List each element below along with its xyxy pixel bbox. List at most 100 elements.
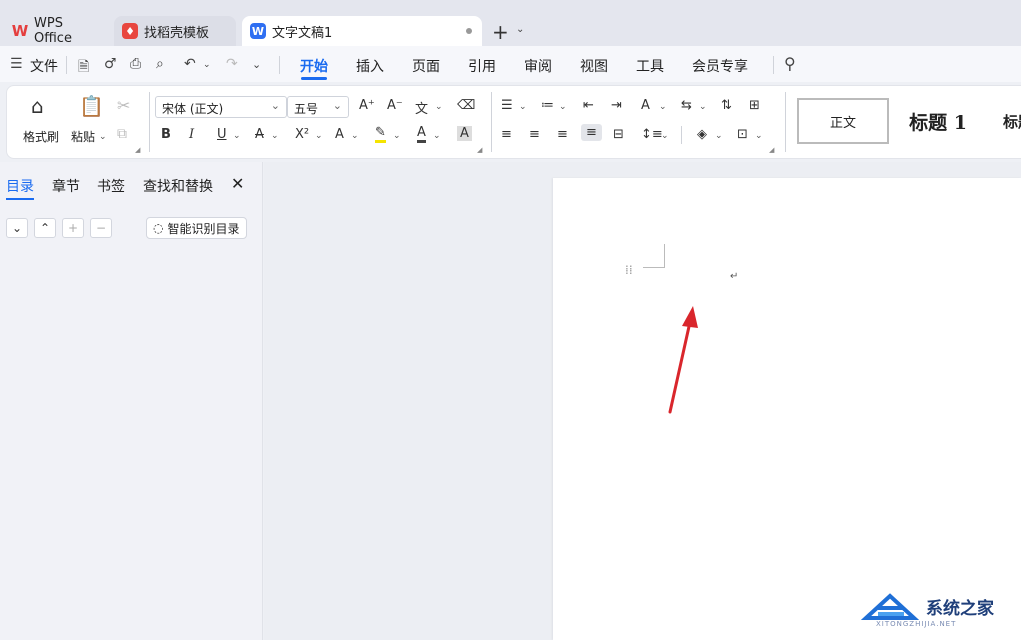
menu-item-home[interactable]: 开始 [300, 56, 328, 76]
smart-toc-button[interactable]: ◌ 智能识别目录 [146, 217, 247, 239]
chevron-down-icon[interactable]: ⌄ [519, 102, 527, 112]
document-page[interactable] [553, 178, 1021, 640]
align-right-icon[interactable]: ≡ [557, 127, 568, 142]
text-effect-icon[interactable]: A [335, 127, 344, 142]
divider [491, 92, 492, 152]
borders-icon[interactable]: ⊡ [737, 127, 748, 142]
copy-icon[interactable]: ⧉ [117, 126, 127, 142]
group-expand-icon[interactable]: ◢ [769, 146, 774, 154]
chevron-down-icon[interactable]: ⌄ [661, 131, 669, 141]
more-chevron-icon[interactable]: ⌄ [252, 58, 261, 71]
menu-item-member[interactable]: 会员专享 [692, 56, 748, 76]
decrease-font-icon[interactable]: A⁻ [387, 98, 403, 113]
chevron-down-icon[interactable]: ⌄ [435, 102, 443, 112]
style-heading-1[interactable]: 标题 1 [895, 98, 981, 144]
tab-label: WPS Office [34, 16, 72, 46]
chevron-down-icon[interactable]: ⌄ [393, 131, 401, 141]
tab-wps-office[interactable]: W WPS Office [4, 16, 108, 46]
chevron-down-icon[interactable]: ⌄ [699, 102, 707, 112]
print-icon[interactable]: ⎙ [130, 56, 141, 72]
style-normal[interactable]: 正文 [797, 98, 889, 144]
chevron-down-icon[interactable]: ⌄ [315, 131, 323, 141]
format-painter-icon[interactable]: ⌂ [31, 94, 44, 118]
bullet-list-icon[interactable]: ☰ [501, 98, 513, 113]
redo-icon[interactable]: ↷ [226, 56, 238, 72]
search-icon[interactable]: ⚲ [784, 54, 796, 73]
group-expand-icon[interactable]: ◢ [477, 146, 482, 154]
increase-indent-icon[interactable]: ⇥ [611, 98, 622, 113]
justify-icon[interactable]: ≡ [581, 124, 602, 141]
chevron-down-icon[interactable]: ⌄ [233, 131, 241, 141]
tab-bookmarks[interactable]: 书签 [97, 176, 125, 196]
new-tab-plus-icon[interactable]: + [492, 20, 509, 44]
chevron-down-icon[interactable]: ⌄ [516, 24, 524, 35]
collapse-all-button[interactable]: ⌄ [6, 218, 28, 238]
style-heading-2[interactable]: 标题 [995, 98, 1021, 144]
menu-item-page[interactable]: 页面 [412, 56, 440, 76]
menu-item-insert[interactable]: 插入 [356, 56, 384, 76]
expand-up-button[interactable]: ⌃ [34, 218, 56, 238]
chevron-down-icon[interactable]: ⌄ [755, 131, 763, 141]
highlight-icon[interactable]: ✎ [375, 126, 386, 143]
numbered-list-icon[interactable]: ≔ [541, 98, 554, 113]
chinese-layout-icon[interactable]: ⇆ [681, 98, 692, 113]
sort-icon[interactable]: ⇅ [721, 98, 732, 113]
align-center-icon[interactable]: ≡ [529, 127, 540, 142]
drag-handle-icon[interactable]: ⁞⁞ [625, 264, 635, 276]
italic-icon[interactable]: I [189, 127, 194, 142]
chevron-down-icon[interactable]: ⌄ [351, 131, 359, 141]
menu-item-review[interactable]: 审阅 [524, 56, 552, 76]
font-color-icon[interactable]: A [417, 126, 426, 143]
menu-item-view[interactable]: 视图 [580, 56, 608, 76]
tab-toc[interactable]: 目录 [6, 176, 34, 196]
clear-format-icon[interactable]: ⌫ [457, 98, 475, 113]
tab-document-1[interactable]: W 文字文稿1 [242, 16, 482, 46]
decrease-indent-icon[interactable]: ⇤ [583, 98, 594, 113]
bold-icon[interactable]: B [161, 127, 171, 142]
hamburger-icon[interactable]: ☰ [10, 56, 23, 72]
group-expand-icon[interactable]: ◢ [135, 146, 140, 154]
strikethrough-icon[interactable]: A [255, 127, 264, 142]
undo-icon[interactable]: ↶ [184, 56, 196, 72]
distributed-align-icon[interactable]: ⊟ [613, 127, 624, 142]
print-preview-icon[interactable]: ⌕ [156, 56, 164, 72]
paste-icon[interactable]: 📋 [79, 94, 104, 118]
shading-icon[interactable]: ◈ [697, 127, 707, 142]
increase-font-icon[interactable]: A⁺ [359, 98, 375, 113]
show-marks-icon[interactable]: ⊞ [749, 98, 760, 113]
chevron-down-icon[interactable]: ⌄ [271, 131, 279, 141]
save-icon[interactable]: 🗎 [78, 56, 89, 80]
line-spacing-icon[interactable]: ↕≡ [641, 127, 663, 142]
format-painter-button[interactable]: 格式刷 [23, 128, 59, 145]
paste-dropdown-icon[interactable]: ⌄ [99, 132, 107, 142]
tab-docer-templates[interactable]: ♦ 找稻壳模板 [114, 16, 236, 46]
align-left-icon[interactable]: ≡ [501, 127, 512, 142]
font-size-select[interactable]: 五号 ⌄ [287, 96, 349, 118]
remove-heading-button[interactable]: − [90, 218, 112, 238]
file-menu[interactable]: 文件 [30, 56, 58, 76]
cut-icon[interactable]: ✂ [117, 96, 130, 115]
font-name-select[interactable]: 宋体 (正文) ⌄ [155, 96, 287, 118]
underline-icon[interactable]: U [217, 127, 227, 142]
tab-label: 找稻壳模板 [144, 25, 210, 41]
add-heading-button[interactable]: + [62, 218, 84, 238]
font-size-value: 五号 [294, 102, 319, 116]
title-tab-bar: W WPS Office ♦ 找稻壳模板 W 文字文稿1 + ⌄ [0, 0, 1021, 46]
phonetic-guide-icon[interactable]: 文 [415, 98, 428, 117]
close-icon[interactable]: ✕ [231, 174, 244, 193]
divider [66, 56, 67, 74]
tab-find-replace[interactable]: 查找和替换 [143, 176, 213, 196]
undo-dropdown-icon[interactable]: ⌄ [203, 60, 211, 70]
chevron-down-icon[interactable]: ⌄ [559, 102, 567, 112]
text-direction-icon[interactable]: A [641, 98, 650, 113]
menu-item-references[interactable]: 引用 [468, 56, 496, 76]
chevron-down-icon[interactable]: ⌄ [715, 131, 723, 141]
export-pdf-icon[interactable]: ♂ [104, 56, 117, 72]
paste-button[interactable]: 粘贴 [71, 128, 95, 145]
chevron-down-icon[interactable]: ⌄ [433, 131, 441, 141]
menu-item-tools[interactable]: 工具 [636, 56, 664, 76]
char-shading-icon[interactable]: A [457, 126, 472, 141]
chevron-down-icon[interactable]: ⌄ [659, 102, 667, 112]
tab-sections[interactable]: 章节 [52, 176, 80, 196]
superscript-icon[interactable]: X² [295, 127, 309, 142]
